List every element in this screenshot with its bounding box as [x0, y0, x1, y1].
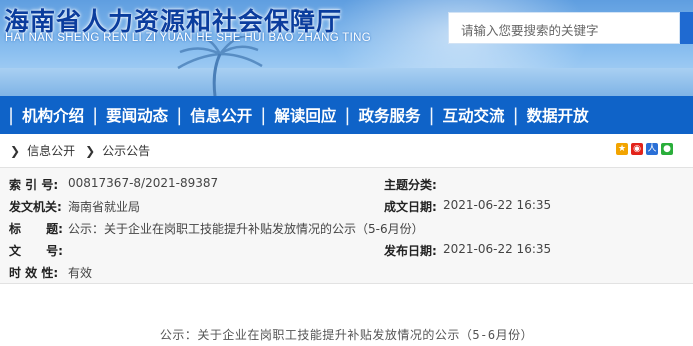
nav-separator: | — [92, 104, 99, 126]
breadcrumb: ❯ 信息公开 ❯ 公示公告 — [0, 134, 693, 168]
nav-separator: | — [176, 104, 183, 126]
banner-sea — [0, 68, 693, 96]
palm-tree-icon — [177, 36, 263, 96]
nav-item-institution[interactable]: 机构介绍 — [22, 104, 84, 126]
created-date-label: 成文日期: — [384, 200, 437, 214]
issuer-label: 发文机关: — [9, 200, 62, 214]
chevron-right-icon: ❯ — [10, 143, 21, 158]
share-bar: ★ ◉ 人 ● — [616, 143, 673, 155]
main-nav: | 机构介绍 | 要闻动态 | 信息公开 | 解读回应 | 政务服务 | 互动交… — [0, 96, 693, 134]
nav-separator: | — [428, 104, 435, 126]
title-value: 公示：关于企业在岗职工技能提升补贴发放情况的公示（5-6月份） — [68, 222, 424, 236]
issuer-value: 海南省就业局 — [68, 200, 141, 214]
weibo-icon[interactable]: ◉ — [631, 143, 643, 155]
qzone-icon[interactable]: ★ — [616, 143, 628, 155]
nav-item-news[interactable]: 要闻动态 — [106, 104, 168, 126]
nav-separator: | — [8, 104, 15, 126]
renren-icon[interactable]: 人 — [646, 143, 658, 155]
nav-separator: | — [512, 104, 519, 126]
search-input[interactable]: 请输入您要搜索的关键字 — [448, 12, 680, 44]
published-date-value: 2021-06-22 16:35 — [443, 242, 552, 256]
header-banner: 海南省人力资源和社会保障厅 HAI NAN SHENG REN LI ZI YU… — [0, 0, 693, 96]
doc-number-label: 文 号: — [9, 244, 63, 258]
validity-label: 时 效 性: — [9, 266, 59, 280]
breadcrumb-announcements[interactable]: 公示公告 — [102, 142, 150, 159]
document-info-table: 索 引 号: 00817367-8/2021-89387 主题分类: 发文机关:… — [0, 168, 693, 284]
nav-separator: | — [344, 104, 351, 126]
article-title: 公示：关于企业在岗职工技能提升补贴发放情况的公示（5-6月份） — [159, 328, 534, 342]
nav-separator: | — [260, 104, 267, 126]
search-button[interactable] — [680, 12, 693, 44]
chevron-right-icon: ❯ — [85, 143, 96, 158]
nav-item-interaction[interactable]: 互动交流 — [443, 104, 505, 126]
index-label: 索 引 号: — [9, 178, 59, 192]
index-value: 00817367-8/2021-89387 — [68, 176, 219, 190]
nav-item-interpretation[interactable]: 解读回应 — [274, 104, 336, 126]
title-label: 标 题: — [9, 222, 63, 236]
nav-item-open-data[interactable]: 数据开放 — [527, 104, 589, 126]
validity-value: 有效 — [68, 266, 93, 280]
breadcrumb-info-disclosure[interactable]: 信息公开 — [27, 142, 75, 159]
nav-item-info-disclosure[interactable]: 信息公开 — [190, 104, 252, 126]
wechat-icon[interactable]: ● — [661, 143, 673, 155]
topic-label: 主题分类: — [384, 178, 437, 192]
created-date-value: 2021-06-22 16:35 — [443, 198, 552, 212]
nav-item-gov-services[interactable]: 政务服务 — [358, 104, 420, 126]
site-subtitle: HAI NAN SHENG REN LI ZI YUAN HE SHE HUI … — [5, 32, 371, 44]
published-date-label: 发布日期: — [384, 244, 437, 258]
